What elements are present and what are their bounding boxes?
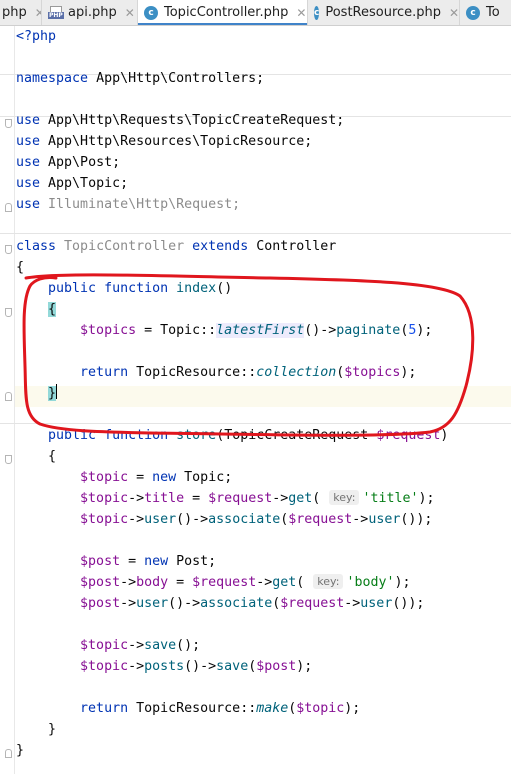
- caret-line-highlight: [15, 386, 511, 407]
- code-line-post-associate-user: $post->user()->associate($request->user(…: [80, 596, 425, 611]
- php-file-icon: PHP: [48, 6, 64, 19]
- code-line-store-signature: public function store(TopicCreateRequest…: [48, 428, 449, 443]
- code-line-store-open-brace: {: [48, 449, 57, 464]
- tab-php[interactable]: php ✕: [0, 0, 42, 25]
- tab-topic-controller[interactable]: c TopicController.php ✕: [138, 0, 308, 25]
- code-line-topic-save: $topic->save();: [80, 638, 201, 653]
- code-line-store-close-brace: }: [48, 722, 57, 737]
- code-line-post-body: $post->body = $request->get( key:'body')…: [80, 574, 411, 590]
- section-separator: [0, 233, 511, 234]
- code-line-index-signature: public function index(): [48, 281, 233, 296]
- fold-marker-icon[interactable]: [5, 455, 12, 464]
- tab-post-resource[interactable]: c PostResource.php ✕: [308, 0, 460, 25]
- fold-marker-icon[interactable]: [5, 119, 12, 128]
- code-line-class-declaration: class TopicController extends Controller: [16, 239, 337, 254]
- code-line-use-topic-create-request: use App\Http\Requests\TopicCreateRequest…: [16, 113, 345, 128]
- code-line-return-make: return TopicResource::make($topic);: [80, 701, 361, 716]
- code-line-use-post: use App\Post;: [16, 155, 121, 170]
- code-line-new-topic: $topic = new Topic;: [80, 470, 233, 485]
- close-icon[interactable]: ✕: [35, 6, 41, 20]
- class-c-icon: c: [466, 5, 480, 20]
- code-line-class-close-brace: }: [16, 743, 25, 758]
- tab-label: To: [486, 5, 500, 20]
- code-line-use-topic-resource: use App\Http\Resources\TopicResource;: [16, 134, 313, 149]
- code-line-use-topic: use App\Topic;: [16, 176, 129, 191]
- code-line-index-close-brace: }: [48, 384, 58, 401]
- fold-marker-icon[interactable]: [5, 749, 12, 758]
- code-line-index-open-brace: {: [48, 302, 57, 317]
- tab-label: TopicController.php: [164, 5, 289, 20]
- text-caret: [56, 384, 58, 399]
- tab-label: PostResource.php: [325, 5, 442, 20]
- close-icon[interactable]: ✕: [449, 6, 459, 20]
- fold-marker-icon[interactable]: [5, 308, 12, 317]
- section-separator: [0, 423, 511, 424]
- code-line-use-request-unused: use Illuminate\Http\Request;: [16, 197, 241, 212]
- fold-marker-icon[interactable]: [5, 392, 12, 401]
- class-c-icon: c: [314, 5, 320, 20]
- code-line-new-post: $post = new Post;: [80, 554, 217, 569]
- fold-marker-icon[interactable]: [5, 245, 12, 254]
- tab-label: api.php: [68, 5, 117, 20]
- class-c-icon: c: [144, 5, 158, 20]
- tab-label: php: [2, 5, 27, 20]
- code-line-topic-posts-save: $topic->posts()->save($post);: [80, 659, 313, 674]
- code-line-class-open-brace: {: [16, 260, 25, 275]
- tab-api-php[interactable]: PHP api.php ✕: [42, 0, 138, 25]
- close-icon[interactable]: ✕: [296, 6, 306, 20]
- code-line-topic-associate-user: $topic->user()->associate($request->user…: [80, 512, 433, 527]
- code-line-topic-title: $topic->title = $request->get( key:'titl…: [80, 490, 435, 506]
- tab-topic-truncated[interactable]: c To: [460, 0, 511, 25]
- code-line-php-open-tag: <?php: [16, 29, 57, 44]
- parameter-hint: key:: [329, 490, 360, 505]
- close-icon[interactable]: ✕: [125, 6, 135, 20]
- editor-tab-bar: php ✕ PHP api.php ✕ c TopicController.ph…: [0, 0, 511, 26]
- parameter-hint: key:: [313, 574, 344, 589]
- code-line-return-collection: return TopicResource::collection($topics…: [80, 365, 417, 380]
- code-line-topics-paginate: $topics = Topic::latestFirst()->paginate…: [80, 323, 433, 338]
- code-line-namespace: namespace App\Http\Controllers;: [16, 71, 265, 86]
- code-editor[interactable]: <?php namespace App\Http\Controllers; us…: [0, 26, 511, 774]
- fold-marker-icon[interactable]: [5, 203, 12, 212]
